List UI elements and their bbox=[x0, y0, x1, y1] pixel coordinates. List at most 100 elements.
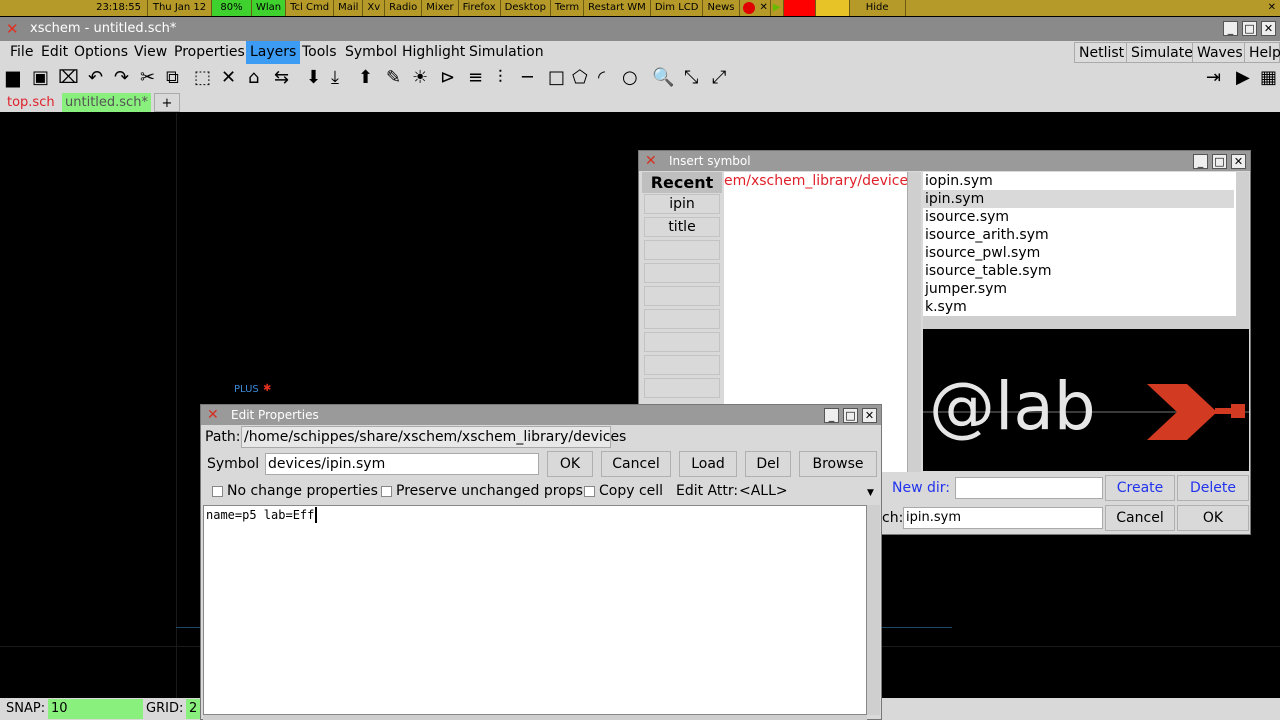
pen-icon[interactable]: ✎ bbox=[386, 68, 401, 88]
netlist-button[interactable]: Netlist bbox=[1074, 42, 1130, 63]
help-button[interactable]: Help bbox=[1244, 42, 1280, 63]
highlight-icon[interactable]: ☀ bbox=[412, 68, 428, 88]
ok-button[interactable]: OK bbox=[547, 451, 593, 477]
ok-button[interactable]: OK bbox=[1177, 505, 1249, 531]
swap-icon[interactable]: ⇆ bbox=[274, 68, 289, 88]
minimize-button[interactable]: _ bbox=[1193, 154, 1208, 169]
delete-button[interactable]: Delete bbox=[1177, 475, 1249, 501]
directory-scrollbar[interactable] bbox=[907, 172, 921, 472]
maximize-button[interactable]: □ bbox=[1242, 21, 1257, 36]
file-item[interactable]: jumper.sym bbox=[925, 280, 1236, 298]
properties-textarea[interactable]: name=p5 lab=Eff bbox=[203, 505, 867, 715]
recent-item[interactable] bbox=[644, 263, 720, 283]
del-button[interactable]: Del bbox=[745, 451, 791, 477]
rect-icon[interactable]: □ bbox=[548, 68, 565, 88]
recent-item[interactable] bbox=[644, 286, 720, 306]
file-list[interactable]: iopin.sym ipin.sym isource.sym isource_a… bbox=[923, 172, 1236, 316]
panel-desktop[interactable]: Desktop bbox=[501, 0, 551, 16]
text-hscrollbar[interactable] bbox=[203, 715, 867, 720]
reload-icon[interactable]: ⌧ bbox=[58, 68, 79, 88]
more-icon[interactable]: ▦ bbox=[1260, 68, 1277, 88]
tab-top-sch[interactable]: top.sch bbox=[4, 93, 58, 112]
file-list-vscrollbar[interactable] bbox=[1236, 172, 1249, 329]
file-item[interactable]: iopin.sym bbox=[925, 172, 1236, 190]
tab-untitled-sch[interactable]: untitled.sch* bbox=[62, 93, 151, 112]
menu-symbol[interactable]: Symbol bbox=[341, 41, 401, 64]
load-button[interactable]: Load bbox=[679, 451, 737, 477]
descend-symbol-icon[interactable]: ⤓ bbox=[331, 68, 339, 88]
new-dir-input[interactable] bbox=[955, 477, 1103, 499]
netlist-icon[interactable]: ≡ bbox=[468, 68, 483, 88]
panel-term[interactable]: Term bbox=[551, 0, 585, 16]
panel-news[interactable]: News bbox=[703, 0, 740, 16]
file-item[interactable]: isource.sym bbox=[925, 208, 1236, 226]
panel-mail[interactable]: Mail bbox=[334, 0, 364, 16]
file-item-selected[interactable]: ipin.sym bbox=[923, 190, 1234, 208]
panel-firefox[interactable]: Firefox bbox=[459, 0, 501, 16]
preserve-checkbox[interactable] bbox=[381, 486, 392, 497]
minimize-button[interactable]: _ bbox=[824, 408, 839, 423]
pin-icon[interactable]: ⫶ bbox=[498, 68, 503, 88]
recent-item[interactable] bbox=[644, 378, 720, 398]
simulate-button[interactable]: Simulate bbox=[1126, 42, 1198, 63]
close-button[interactable]: ✕ bbox=[1231, 154, 1246, 169]
text-vscrollbar[interactable] bbox=[867, 505, 880, 715]
recent-item[interactable] bbox=[644, 355, 720, 375]
polygon-icon[interactable]: ⬠ bbox=[572, 68, 588, 88]
recent-item[interactable] bbox=[644, 332, 720, 352]
maximize-button[interactable]: □ bbox=[843, 408, 858, 423]
menu-properties[interactable]: Properties bbox=[170, 41, 249, 64]
record-icon[interactable] bbox=[742, 2, 755, 14]
snap-value-field[interactable]: 10 bbox=[48, 699, 143, 719]
home-icon[interactable]: ⌂ bbox=[248, 68, 259, 88]
panel-wlan[interactable]: Wlan bbox=[252, 0, 287, 16]
file-list-hscrollbar[interactable] bbox=[923, 316, 1236, 329]
redo-icon[interactable]: ↷ bbox=[114, 68, 129, 88]
panel-radio[interactable]: Radio bbox=[385, 0, 423, 16]
path-field[interactable]: /home/schippes/share/xschem/xschem_libra… bbox=[241, 426, 626, 448]
zoom-out-icon[interactable]: ⤡ bbox=[684, 68, 698, 88]
descend-icon[interactable]: ⬇ bbox=[306, 68, 321, 88]
copy-cell-checkbox[interactable] bbox=[584, 486, 595, 497]
recent-item-title[interactable]: title bbox=[644, 217, 720, 237]
menu-layers[interactable]: Layers bbox=[246, 41, 301, 64]
close-x-icon[interactable]: ✕ bbox=[758, 0, 771, 16]
file-item[interactable]: isource_pwl.sym bbox=[925, 244, 1236, 262]
menu-tools[interactable]: Tools bbox=[298, 41, 341, 64]
copy-icon[interactable]: ⧉ bbox=[166, 68, 179, 88]
zoom-full-icon[interactable]: ⤢ bbox=[712, 68, 726, 88]
menu-edit[interactable]: Edit bbox=[37, 41, 72, 64]
file-item[interactable]: k.sym bbox=[925, 298, 1236, 316]
panel-xv[interactable]: Xv bbox=[363, 0, 386, 16]
file-item[interactable]: isource_table.sym bbox=[925, 262, 1236, 280]
search-input[interactable]: ipin.sym bbox=[903, 507, 1103, 529]
panel-close-icon[interactable]: ✕ bbox=[1264, 0, 1280, 16]
menu-view[interactable]: View bbox=[130, 41, 171, 64]
delete-icon[interactable]: ✕ bbox=[221, 68, 236, 88]
add-tab-button[interactable]: + bbox=[154, 93, 180, 112]
close-button[interactable]: ✕ bbox=[862, 408, 877, 423]
undo-icon[interactable]: ↶ bbox=[88, 68, 103, 88]
menu-simulation[interactable]: Simulation bbox=[465, 41, 548, 64]
menu-options[interactable]: Options bbox=[70, 41, 132, 64]
recent-item[interactable] bbox=[644, 240, 720, 260]
panel-restart-wm[interactable]: Restart WM bbox=[584, 0, 651, 16]
create-button[interactable]: Create bbox=[1105, 475, 1175, 501]
recent-item[interactable] bbox=[644, 309, 720, 329]
ascend-icon[interactable]: ⬆ bbox=[358, 68, 373, 88]
play-icon[interactable]: ▶ bbox=[771, 0, 784, 16]
menu-highlight[interactable]: Highlight bbox=[398, 41, 469, 64]
open-folder-icon[interactable]: ▆ bbox=[6, 68, 20, 88]
close-button[interactable]: ✕ bbox=[1261, 21, 1276, 36]
gate-icon[interactable]: ⊳ bbox=[440, 68, 455, 88]
minimize-button[interactable]: _ bbox=[1223, 21, 1238, 36]
wire-icon[interactable]: ─ bbox=[522, 68, 533, 88]
maximize-button[interactable]: □ bbox=[1212, 154, 1227, 169]
browse-button[interactable]: Browse bbox=[799, 451, 877, 477]
symbol-input[interactable]: devices/ipin.sym bbox=[265, 453, 539, 475]
insert-icon[interactable]: ⇥ bbox=[1206, 68, 1221, 88]
run-icon[interactable]: ▶ bbox=[1236, 68, 1250, 88]
paste-icon[interactable]: ⬚ bbox=[194, 68, 211, 88]
panel-dim-lcd[interactable]: Dim LCD bbox=[651, 0, 704, 16]
waves-button[interactable]: Waves bbox=[1192, 42, 1248, 63]
